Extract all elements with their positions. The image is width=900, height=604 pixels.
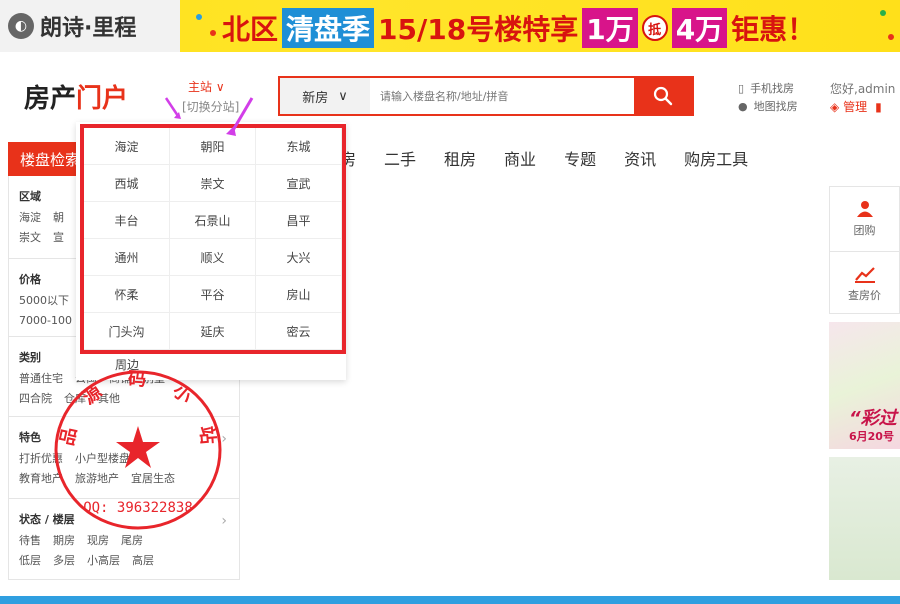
filter-option[interactable]: 打折优惠 xyxy=(19,452,63,465)
user-area: 您好,admin ◈ 管理 ▮ xyxy=(830,80,895,116)
highlight-frame xyxy=(80,124,346,354)
search-button[interactable] xyxy=(634,78,692,114)
chevron-right-icon[interactable]: › xyxy=(221,513,227,529)
search-bar: 新房 ∨ xyxy=(278,76,694,116)
greeting: 您好,admin xyxy=(830,82,896,96)
filter-option[interactable]: 教育地产 xyxy=(19,472,63,485)
filter-option[interactable]: 待售 xyxy=(19,534,41,547)
filter-option[interactable]: 朝 xyxy=(53,211,64,224)
logo-text-black: 房产 xyxy=(24,84,77,114)
filter-option[interactable]: 四合院 xyxy=(19,392,52,405)
filter-feature: 特色 › 打折优惠 小户型楼盘 教育地产 旅游地产 宜居生态 xyxy=(9,417,239,499)
map-find-label: 地图找房 xyxy=(753,100,798,113)
chevron-right-icon[interactable]: › xyxy=(221,431,227,447)
nav-item-news[interactable]: 资讯 xyxy=(624,146,656,170)
layers-icon: ◈ xyxy=(830,100,840,114)
filter-option[interactable]: 低层 xyxy=(19,554,41,567)
map-find-link[interactable]: ● 地图找房 xyxy=(738,98,798,116)
location-pin-icon: ● xyxy=(738,100,748,113)
check-price-button[interactable]: 查房价 xyxy=(830,251,899,315)
search-type-value: 新房 xyxy=(302,90,329,106)
search-type-select[interactable]: 新房 ∨ xyxy=(280,78,370,114)
filter-option[interactable]: 宣 xyxy=(53,231,64,244)
filter-option[interactable]: 小户型楼盘 xyxy=(75,452,130,465)
mobile-find-link[interactable]: ▯ 手机找房 xyxy=(738,80,798,98)
brand-logo-icon: ◐ xyxy=(8,13,34,39)
filter-option[interactable]: 仓库 xyxy=(64,392,86,405)
filter-status: 状态 / 楼层 › 待售 期房 现房 尾房 低层 多层 小高层 高层 xyxy=(9,499,239,579)
nav-item-commercial[interactable]: 商业 xyxy=(504,146,536,170)
nav-item-tools[interactable]: 购房工具 xyxy=(684,146,748,170)
filter-feature-title: 特色 xyxy=(19,431,41,444)
logout-icon: ▮ xyxy=(875,100,882,114)
filter-option[interactable]: 旅游地产 xyxy=(75,472,119,485)
promo-a: 1万 xyxy=(582,8,638,48)
exit-link[interactable]: ▮ xyxy=(875,98,882,116)
nav-item-topics[interactable]: 专题 xyxy=(564,146,596,170)
nav-item-secondhand[interactable]: 二手 xyxy=(384,146,416,170)
promo-highlight: 清盘季 xyxy=(282,8,375,48)
bottom-banner-strip xyxy=(0,596,900,604)
side-ad-date: 6月20号 xyxy=(849,430,894,443)
phone-icon: ▯ xyxy=(738,82,745,95)
search-input[interactable] xyxy=(370,78,634,114)
filter-option[interactable]: 小高层 xyxy=(87,554,120,567)
filter-option[interactable]: 海淀 xyxy=(19,211,41,224)
group-buy-label: 团购 xyxy=(853,224,876,237)
banner-brand: ◐ 朗诗·里程 xyxy=(0,0,180,52)
filter-option[interactable]: 宜居生态 xyxy=(131,472,175,485)
group-buy-button[interactable]: 团购 xyxy=(830,187,899,251)
station-selector[interactable]: 主站 ∨ xyxy=(188,78,225,95)
promo-di: 抵 xyxy=(641,15,668,41)
filter-option[interactable]: 5000以下 xyxy=(19,294,69,307)
filter-option[interactable]: 其他 xyxy=(98,392,120,405)
banner-promo: 北区 清盘季 15/18号楼特享 1万 抵 4万 钜惠！ xyxy=(222,8,815,48)
mobile-find-label: 手机找房 xyxy=(750,82,795,95)
filter-option[interactable]: 尾房 xyxy=(121,534,143,547)
check-price-label: 查房价 xyxy=(848,288,881,302)
site-logo[interactable]: 房产门户 xyxy=(24,78,128,115)
district-dropdown: 海淀 朝阳 东城 西城 崇文 宣武 丰台 石景山 昌平 通州 顺义 大兴 怀柔 平谷 房山 门头沟 延庆 密云 周… xyxy=(76,122,346,380)
nav-items: 房 二手 租房 商业 专题 资讯 购房工具 xyxy=(340,146,776,170)
filter-option[interactable]: 7000-100 xyxy=(19,314,72,327)
trend-chart-icon xyxy=(854,266,875,283)
filter-option[interactable]: 高层 xyxy=(132,554,154,567)
banner-brand-text: 朗诗·里程 xyxy=(40,16,137,41)
search-icon xyxy=(653,86,673,106)
nav-item-rent[interactable]: 租房 xyxy=(444,146,476,170)
district-option-surrounding[interactable]: 周边 xyxy=(84,350,170,378)
promo-b: 4万 xyxy=(671,8,728,48)
side-ad-title: “彩过 xyxy=(849,408,897,429)
chevron-down-icon: ∨ xyxy=(338,88,348,104)
group-buy-icon xyxy=(856,201,873,217)
filter-status-title: 状态 / 楼层 xyxy=(19,513,75,526)
promo-suffix: 钜惠！ xyxy=(731,13,816,46)
side-ad-2[interactable] xyxy=(829,457,900,580)
filter-option[interactable]: 普通住宅 xyxy=(19,372,63,385)
manage-label: 管理 xyxy=(843,100,868,114)
promo-prefix: 北区 xyxy=(222,13,279,46)
side-toolbar: 团购 查房价 xyxy=(829,186,900,314)
manage-link[interactable]: ◈ 管理 xyxy=(830,98,867,116)
filter-option[interactable]: 多层 xyxy=(53,554,75,567)
logo-text-red: 门户 xyxy=(76,84,129,114)
switch-station-link[interactable]: [切换分站] xyxy=(182,98,239,115)
side-ad-1[interactable]: “彩过 6月20号 xyxy=(829,322,900,449)
utility-links: ▯ 手机找房 ● 地图找房 xyxy=(738,80,798,116)
promo-middle: 15/18号楼特享 xyxy=(378,13,579,46)
filter-option[interactable]: 崇文 xyxy=(19,231,41,244)
top-banner-ad[interactable]: ◐ 朗诗·里程 北区 清盘季 15/18号楼特享 1万 抵 4万 钜惠！ xyxy=(0,0,900,52)
filter-option[interactable]: 现房 xyxy=(87,534,109,547)
filter-option[interactable]: 期房 xyxy=(53,534,75,547)
